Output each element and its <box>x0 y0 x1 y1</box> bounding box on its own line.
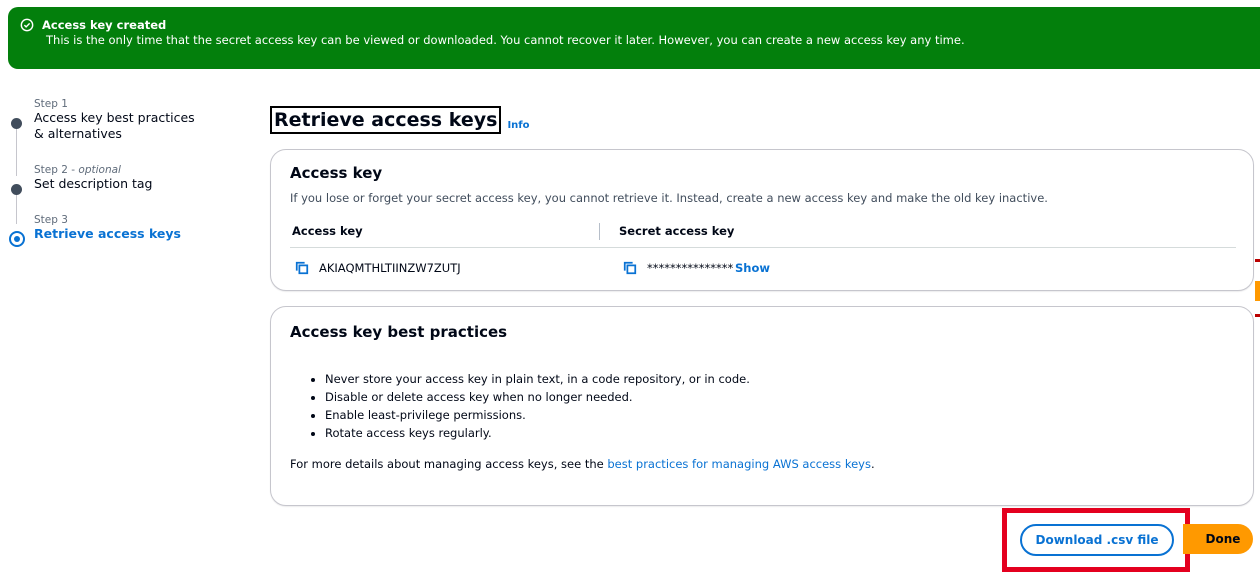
page-header: Retrieve access keys Info <box>270 106 530 134</box>
show-secret-key-link[interactable]: Show <box>735 261 770 275</box>
step-1[interactable]: Step 1 Access key best practices & alter… <box>8 98 218 142</box>
best-practices-list: Never store your access key in plain tex… <box>325 370 750 442</box>
access-key-value: AKIAQMTHLTIINZW7ZUTJ <box>319 261 461 275</box>
step-number: Step 1 <box>34 98 68 110</box>
step-dot-icon <box>11 184 22 195</box>
edge-marker <box>1255 281 1260 301</box>
flash-header: Access key created <box>20 18 1260 32</box>
access-key-heading: Access key <box>290 164 383 182</box>
access-key-description: If you lose or forget your secret access… <box>290 191 1048 205</box>
column-divider <box>599 223 600 240</box>
step-2[interactable]: Step 2 - optional Set description tag <box>8 164 218 195</box>
access-key-container: Access key If you lose or forget your se… <box>270 149 1254 291</box>
more-details-text: For more details about managing access k… <box>290 457 875 471</box>
best-practices-link[interactable]: best practices for managing AWS access k… <box>607 457 871 471</box>
step-active-icon <box>9 231 25 247</box>
flash-title: Access key created <box>42 18 167 32</box>
copy-access-key-icon[interactable] <box>295 261 309 275</box>
step-title: Retrieve access keys <box>34 226 181 241</box>
page-title: Retrieve access keys <box>270 106 502 134</box>
step-dot-icon <box>11 118 22 129</box>
check-circle-icon <box>20 18 34 32</box>
edge-marker <box>1255 259 1260 262</box>
edge-marker <box>1255 314 1260 317</box>
column-header-access-key: Access key <box>292 224 363 238</box>
step-number: Step 3 <box>34 214 68 226</box>
step-title[interactable]: Set description tag <box>34 176 218 192</box>
done-button[interactable]: Done <box>1183 524 1253 554</box>
secret-key-masked: *************** <box>647 261 734 275</box>
step-3: Step 3 Retrieve access keys <box>8 214 218 247</box>
info-link[interactable]: Info <box>507 120 529 131</box>
best-practices-container: Access key best practices Never store yo… <box>270 306 1254 506</box>
list-item: Disable or delete access key when no lon… <box>325 388 750 406</box>
success-flash-banner: Access key created This is the only time… <box>8 7 1260 69</box>
wizard-steps: Step 1 Access key best practices & alter… <box>8 98 218 247</box>
download-csv-button[interactable]: Download .csv file <box>1020 524 1174 556</box>
list-item: Never store your access key in plain tex… <box>325 370 750 388</box>
step-title[interactable]: Access key best practices & alternatives <box>34 110 204 142</box>
copy-secret-key-icon[interactable] <box>623 261 637 275</box>
step-number: Step 2 - optional <box>34 164 121 176</box>
best-practices-heading: Access key best practices <box>290 323 508 341</box>
list-item: Rotate access keys regularly. <box>325 424 750 442</box>
flash-message: This is the only time that the secret ac… <box>46 33 965 47</box>
table-divider <box>290 247 1236 248</box>
column-header-secret-key: Secret access key <box>619 224 735 238</box>
list-item: Enable least-privilege permissions. <box>325 406 750 424</box>
